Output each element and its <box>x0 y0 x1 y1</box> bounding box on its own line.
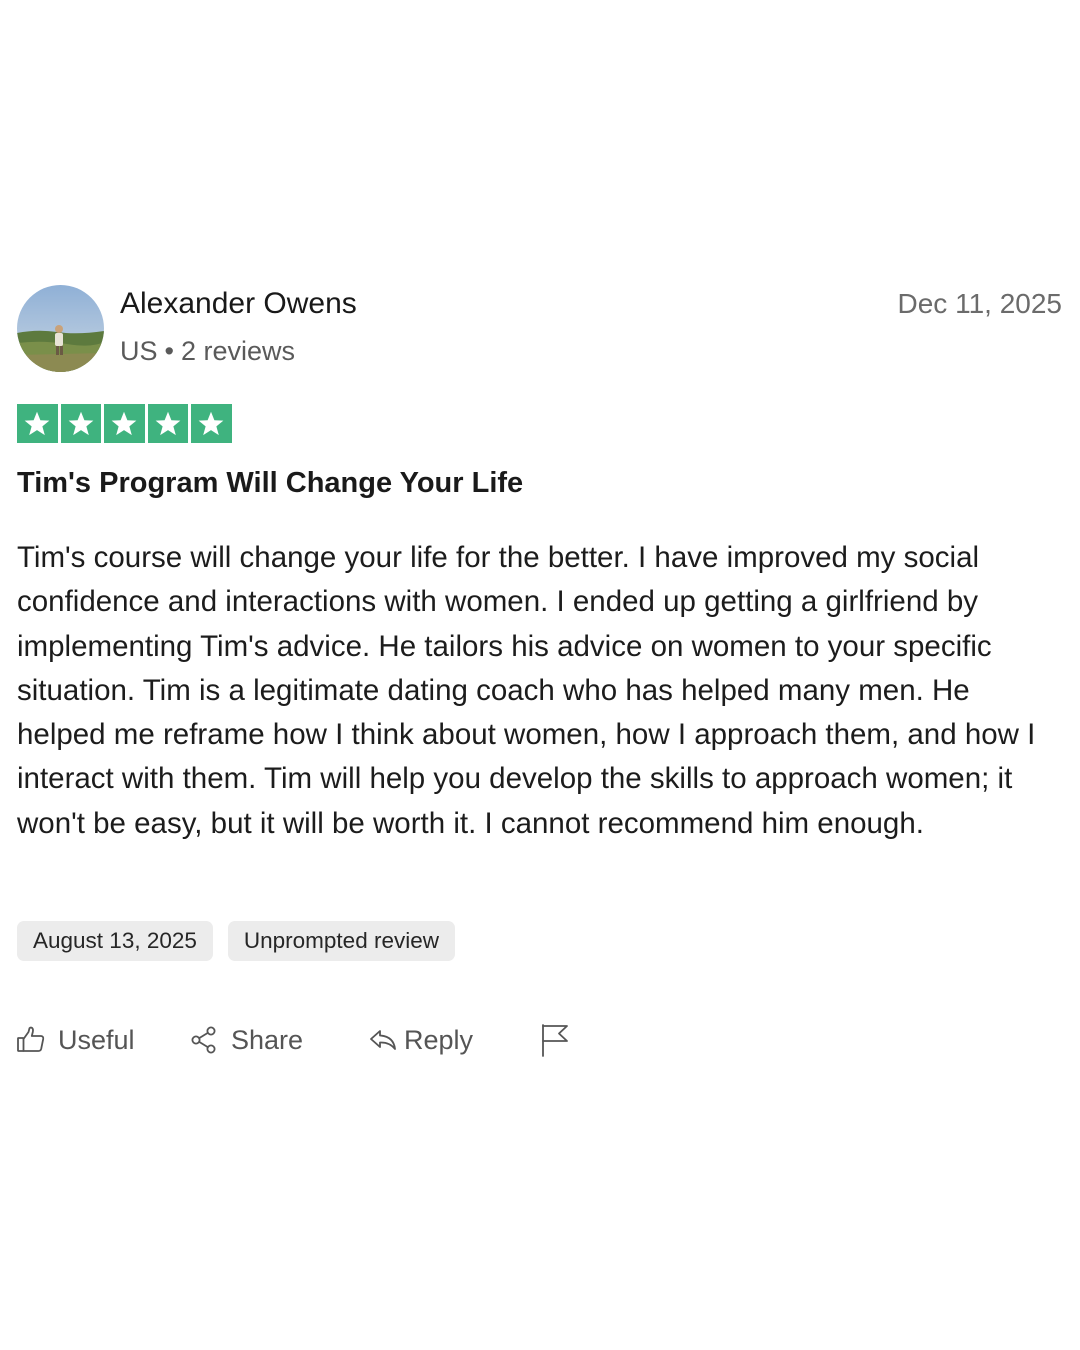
unprompted-review-badge[interactable]: Unprompted review <box>227 921 455 961</box>
star-icon <box>24 411 50 435</box>
star-icon <box>68 411 94 435</box>
star-3 <box>104 404 145 443</box>
meta-separator: • <box>164 336 174 366</box>
star-5 <box>191 404 232 443</box>
useful-button[interactable]: Useful <box>16 1018 135 1062</box>
review-body: Tim's course will change your life for t… <box>17 541 1036 840</box>
avatar-photo <box>17 285 104 372</box>
reply-icon <box>368 1025 398 1055</box>
flag-icon <box>540 1022 570 1058</box>
star-icon <box>198 411 224 435</box>
star-icon <box>155 411 181 435</box>
report-button[interactable] <box>540 1018 570 1062</box>
share-button[interactable]: Share <box>189 1018 303 1062</box>
review-date: Dec 11, 2025 <box>897 288 1063 319</box>
reviewer-country: US <box>120 336 158 366</box>
review-title[interactable]: Tim's Program Will Change Your Life <box>17 467 523 500</box>
reply-label: Reply <box>404 1024 474 1055</box>
review-card: Alexander Owens US • 2 reviews Dec 11, 202… <box>0 0 1080 1350</box>
review-actions: Useful Share Reply <box>16 1018 616 1062</box>
review-tags: August 13, 2025 Unprompted review <box>17 921 455 961</box>
reviewer-name[interactable]: Alexander Owens <box>120 287 357 321</box>
reply-button[interactable]: Reply <box>368 1018 473 1062</box>
experience-date-tag: August 13, 2025 <box>17 921 213 961</box>
star-icon <box>111 411 137 435</box>
star-1 <box>17 404 58 443</box>
share-label: Share <box>231 1024 304 1055</box>
reviewer-meta: US • 2 reviews <box>120 336 295 367</box>
useful-label: Useful <box>58 1024 135 1055</box>
share-icon <box>189 1025 219 1055</box>
star-rating <box>17 404 232 443</box>
avatar[interactable] <box>17 285 104 372</box>
thumbs-up-icon <box>16 1025 46 1055</box>
star-4 <box>147 404 188 443</box>
reviewer-review-count[interactable]: 2 reviews <box>181 336 295 366</box>
star-2 <box>60 404 101 443</box>
